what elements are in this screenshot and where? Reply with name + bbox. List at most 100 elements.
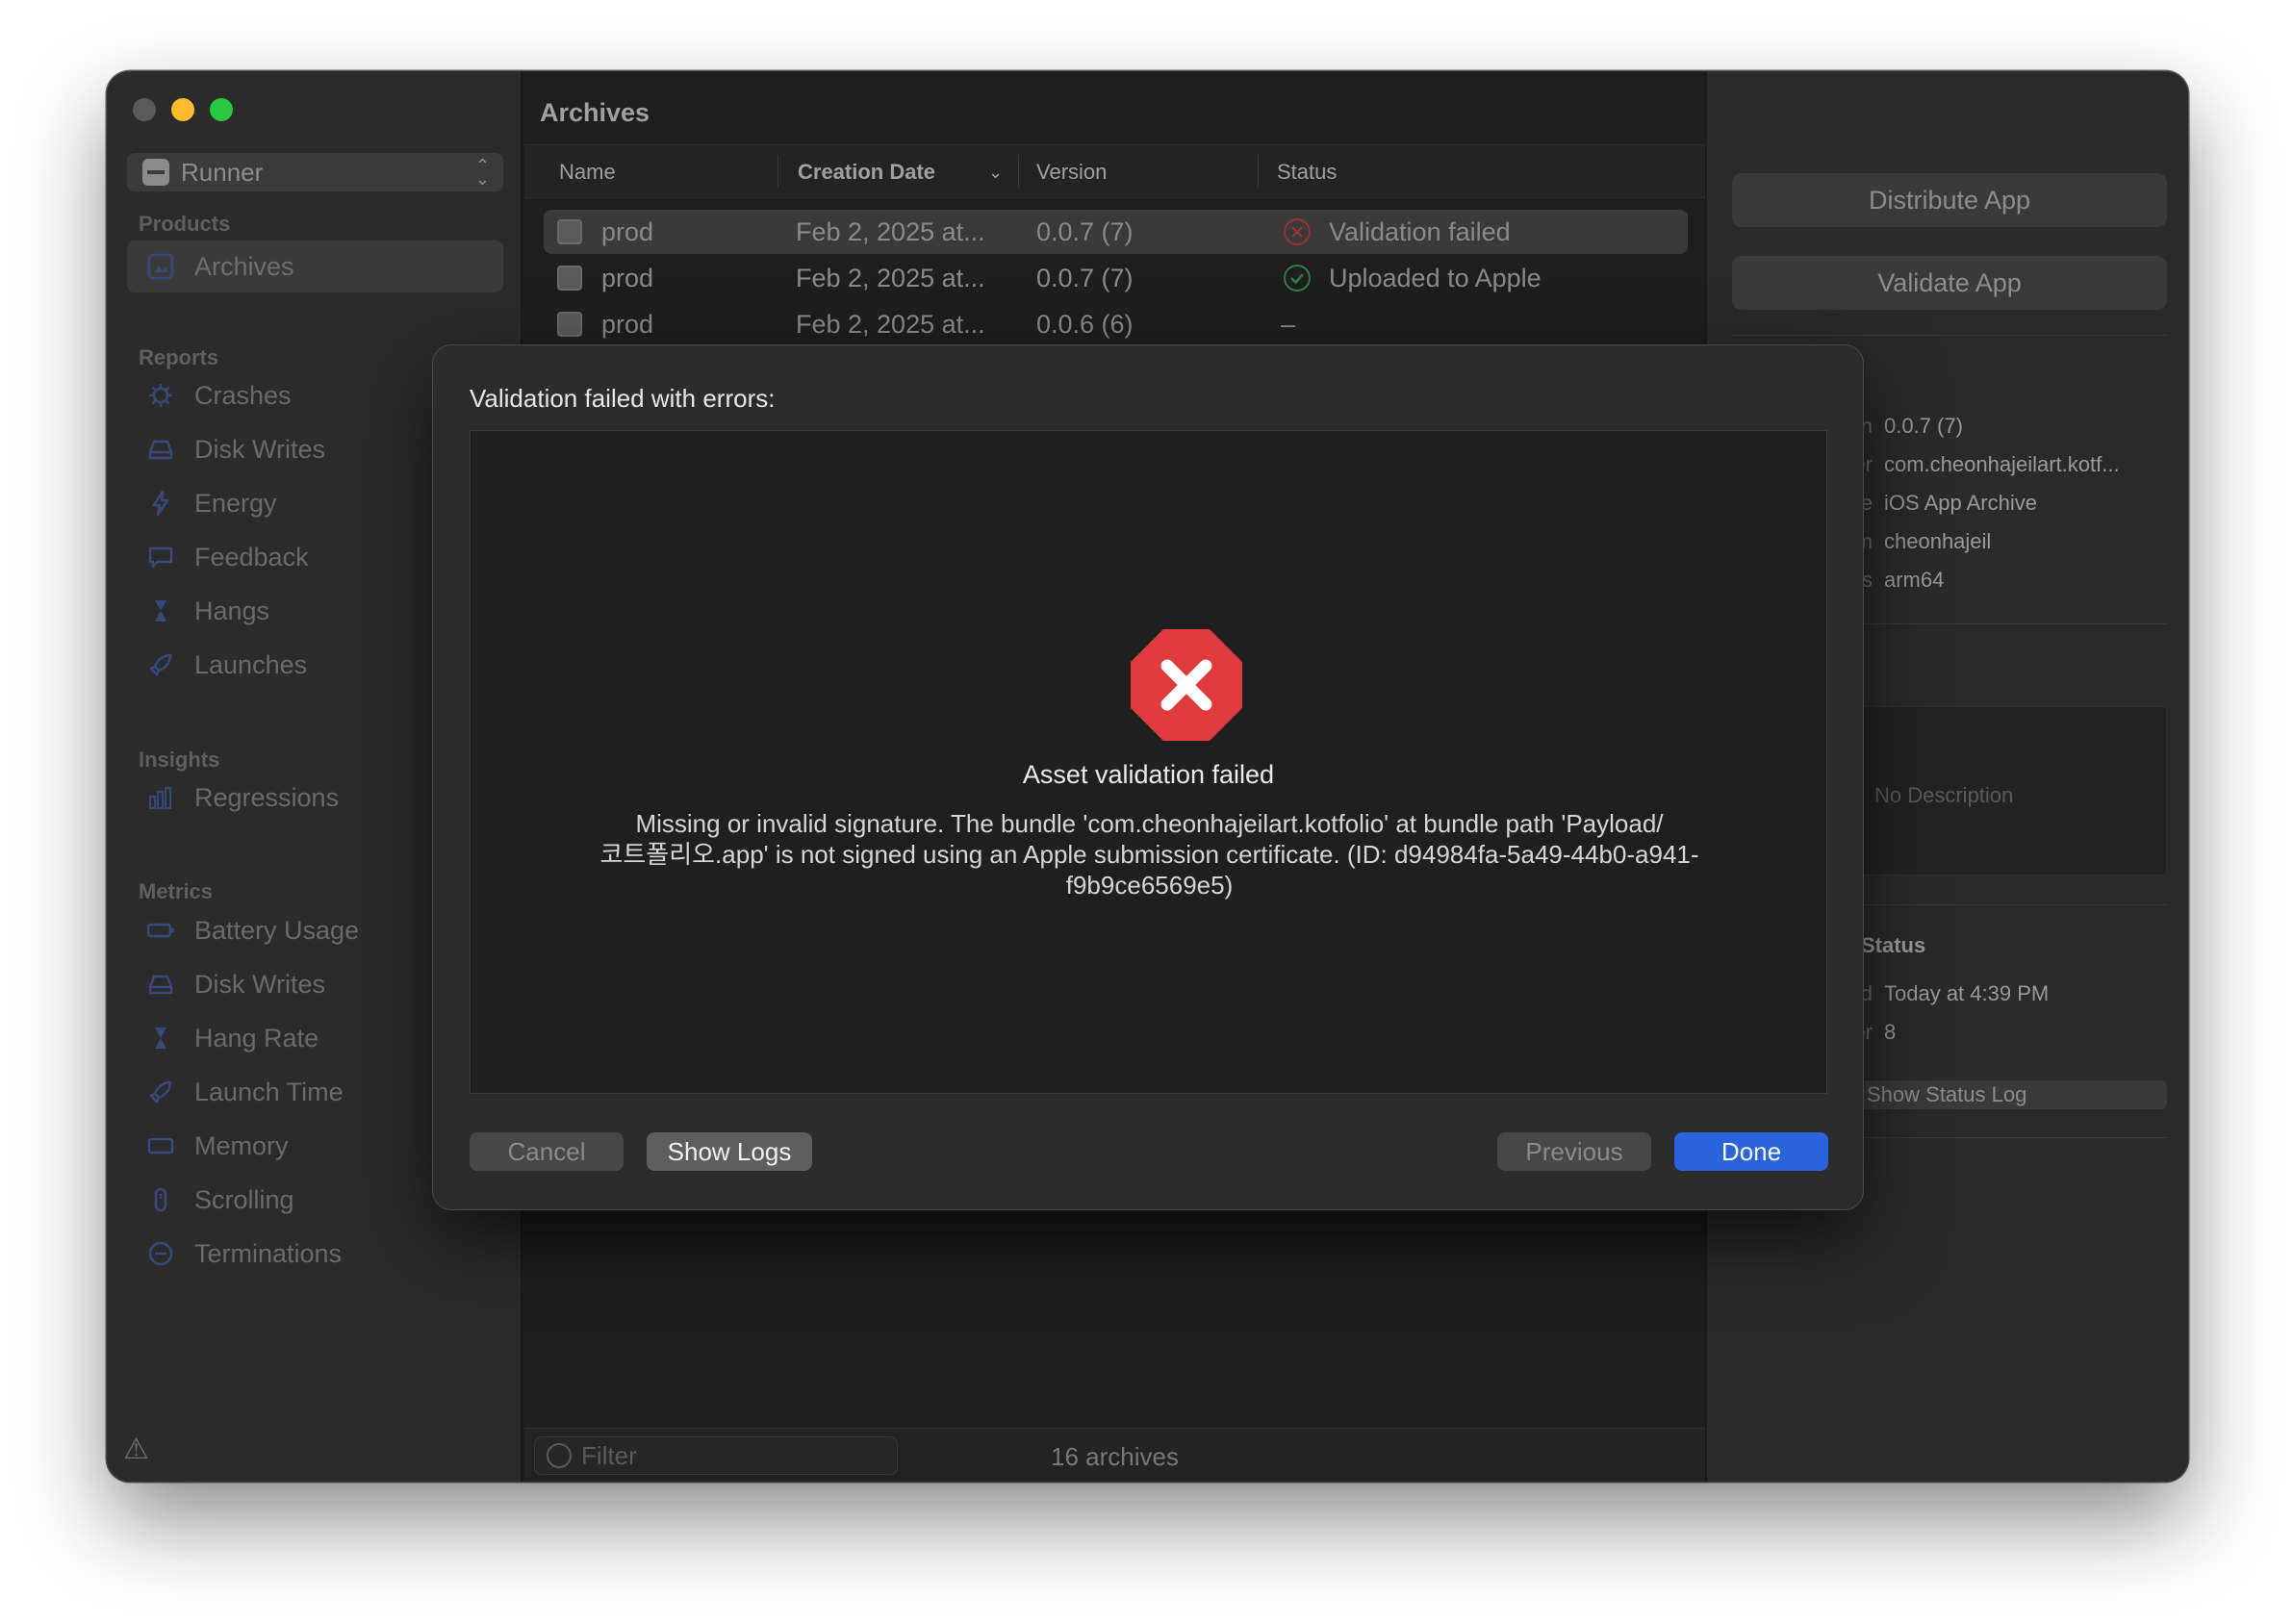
sidebar-item-label: Disk Writes bbox=[194, 434, 326, 464]
bolt-icon bbox=[144, 487, 177, 520]
status-uploaded: d Today at 4:39 PM bbox=[1860, 981, 2050, 1005]
description-placeholder: No Description bbox=[1874, 783, 2014, 807]
scroll-icon bbox=[144, 1183, 177, 1216]
sidebar-item-label: Archives bbox=[194, 251, 294, 281]
archive-count: 16 archives bbox=[1051, 1442, 1179, 1471]
section-insights: Insights bbox=[139, 748, 220, 772]
column-version[interactable]: Version bbox=[1036, 160, 1107, 185]
cell-date: Feb 2, 2025 at... bbox=[796, 216, 985, 246]
cell-status: Validation failed bbox=[1329, 216, 1511, 246]
sort-descending-icon[interactable]: ⌄ bbox=[988, 163, 1003, 183]
show-logs-button[interactable]: Show Logs bbox=[647, 1132, 812, 1171]
disk-icon bbox=[144, 968, 177, 1001]
battery-icon bbox=[144, 914, 177, 947]
page-title: Archives bbox=[540, 98, 650, 127]
chevron-up-down-icon: ⌃ ⌄ bbox=[474, 156, 490, 189]
sidebar-item-label: Feedback bbox=[194, 542, 309, 571]
column-divider bbox=[1258, 155, 1259, 188]
distribute-app-button[interactable]: Distribute App bbox=[1732, 173, 2167, 227]
table-header: Name Creation Date ⌄ Version Status bbox=[524, 144, 1705, 198]
section-products: Products bbox=[139, 212, 231, 236]
sidebar-item-terminations[interactable]: Terminations bbox=[127, 1228, 503, 1280]
divider bbox=[1732, 335, 2167, 336]
detail-identifier: ercom.cheonhajeilart.kotf... bbox=[1853, 452, 2120, 476]
dialog-title: Validation failed with errors: bbox=[470, 384, 776, 413]
error-heading: Asset validation failed bbox=[1022, 760, 1275, 789]
scheme-label: Runner bbox=[181, 157, 264, 187]
detail-architectures: s arm64 bbox=[1862, 568, 1945, 592]
sidebar-item-archives[interactable]: Archives bbox=[127, 241, 503, 292]
column-creation-date[interactable]: Creation Date bbox=[798, 160, 935, 185]
validation-error-dialog: Validation failed with errors: Asset val… bbox=[432, 344, 1864, 1210]
app-icon bbox=[142, 159, 169, 186]
detail-type: e iOS App Archive bbox=[1860, 491, 2037, 515]
error-message-line: f9b9ce6569e5) bbox=[1065, 871, 1234, 900]
show-status-log-button[interactable]: Show Status Log bbox=[1861, 1080, 2167, 1109]
cell-status: Uploaded to Apple bbox=[1329, 263, 1542, 292]
minimize-window-button[interactable] bbox=[171, 98, 194, 121]
cell-version: 0.0.7 (7) bbox=[1036, 216, 1134, 246]
error-message-line: 코트폴리오.app' is not signed using an Apple … bbox=[599, 840, 1699, 869]
error-message-line: Missing or invalid signature. The bundle… bbox=[635, 809, 1664, 838]
section-reports: Reports bbox=[139, 345, 219, 369]
sidebar-item-label: Hangs bbox=[194, 596, 270, 625]
table-footer: Filter 16 archives bbox=[524, 1428, 1705, 1482]
sidebar-item-label: Memory bbox=[194, 1130, 289, 1160]
column-divider bbox=[777, 155, 778, 188]
crash-icon bbox=[144, 379, 177, 412]
sidebar-item-label: Disk Writes bbox=[194, 969, 326, 999]
terminate-icon bbox=[144, 1237, 177, 1270]
rocket-icon bbox=[144, 1076, 177, 1108]
status-section-title: Status bbox=[1861, 933, 1926, 957]
sidebar-item-label: Launch Time bbox=[194, 1077, 344, 1106]
table-row[interactable]: prod Feb 2, 2025 at... 0.0.7 (7) Uploade… bbox=[544, 256, 1688, 300]
cell-name: prod bbox=[601, 216, 654, 246]
sidebar-item-label: Launches bbox=[194, 649, 308, 679]
cell-version: 0.0.6 (6) bbox=[1036, 309, 1134, 339]
previous-button[interactable]: Previous bbox=[1497, 1132, 1651, 1171]
cell-version: 0.0.7 (7) bbox=[1036, 263, 1134, 292]
column-name[interactable]: Name bbox=[559, 160, 616, 185]
archive-icon bbox=[144, 250, 177, 283]
disk-icon bbox=[144, 433, 177, 466]
rocket-icon bbox=[144, 648, 177, 681]
section-metrics: Metrics bbox=[139, 879, 214, 903]
table-row[interactable]: prod Feb 2, 2025 at... 0.0.7 (7) Validat… bbox=[544, 210, 1688, 254]
hourglass-icon bbox=[144, 595, 177, 627]
sidebar-item-label: Hang Rate bbox=[194, 1023, 319, 1053]
window-controls bbox=[133, 98, 233, 121]
close-window-button[interactable] bbox=[133, 98, 156, 121]
error-detail-box: Asset validation failed Missing or inval… bbox=[470, 430, 1827, 1094]
detail-team: mcheonhajeil bbox=[1855, 529, 1992, 553]
zoom-window-button[interactable] bbox=[210, 98, 233, 121]
cell-date: Feb 2, 2025 at... bbox=[796, 263, 985, 292]
archive-file-icon bbox=[557, 266, 582, 291]
speech-bubble-icon bbox=[144, 541, 177, 573]
done-button[interactable]: Done bbox=[1674, 1132, 1828, 1171]
table-row[interactable]: prod Feb 2, 2025 at... 0.0.6 (6) – bbox=[544, 302, 1688, 346]
column-divider bbox=[1018, 155, 1019, 188]
bar-chart-icon bbox=[144, 781, 177, 814]
sidebar-item-label: Crashes bbox=[194, 380, 292, 410]
sidebar-item-label: Battery Usage bbox=[194, 915, 360, 945]
scheme-selector[interactable]: Runner ⌃ ⌄ bbox=[127, 153, 503, 191]
cell-date: Feb 2, 2025 at... bbox=[796, 309, 985, 339]
status-error-icon bbox=[1284, 218, 1311, 245]
error-stop-icon bbox=[1131, 629, 1242, 741]
cell-status: – bbox=[1281, 309, 1296, 339]
cell-name: prod bbox=[601, 309, 654, 339]
detail-version: n 0.0.7 (7) bbox=[1860, 414, 1963, 438]
sidebar-item-label: Terminations bbox=[194, 1238, 343, 1268]
warning-icon[interactable]: ⚠ bbox=[123, 1433, 149, 1466]
sidebar-item-label: Regressions bbox=[194, 782, 340, 812]
archive-file-icon bbox=[557, 219, 582, 244]
cell-name: prod bbox=[601, 263, 654, 292]
sidebar-item-label: Energy bbox=[194, 488, 277, 518]
column-status[interactable]: Status bbox=[1277, 160, 1337, 185]
sidebar-item-label: Scrolling bbox=[194, 1184, 294, 1214]
error-message: Missing or invalid signature. The bundle… bbox=[548, 808, 1751, 901]
validate-app-button[interactable]: Validate App bbox=[1732, 256, 2167, 310]
status-success-icon bbox=[1284, 265, 1311, 292]
archive-file-icon bbox=[557, 312, 582, 337]
cancel-button[interactable]: Cancel bbox=[470, 1132, 624, 1171]
